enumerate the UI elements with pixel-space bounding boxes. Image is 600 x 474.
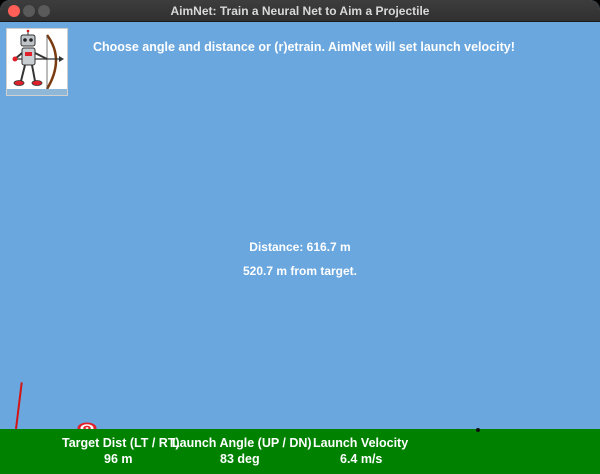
target-distance-label: Target Dist (LT / RT)	[62, 436, 180, 450]
launch-angle-label: Launch Angle (UP / DN)	[172, 436, 312, 450]
projectile-marker	[476, 428, 480, 432]
window-title: AimNet: Train a Neural Net to Aim a Proj…	[170, 4, 430, 18]
app-window: AimNet: Train a Neural Net to Aim a Proj…	[0, 0, 600, 474]
game-canvas[interactable]: Choose angle and distance or (r)etrain. …	[0, 22, 600, 474]
distance-readout: Distance: 616.7 m	[249, 240, 351, 254]
launch-velocity-value: 6.4 m/s	[340, 452, 383, 466]
target-distance-value: 96 m	[104, 452, 133, 466]
instructions-text: Choose angle and distance or (r)etrain. …	[93, 40, 515, 54]
launcher-aim-line	[15, 382, 23, 430]
from-target-readout: 520.7 m from target.	[242, 264, 358, 278]
robot-archer-icon	[6, 28, 68, 96]
launch-angle-value: 83 deg	[220, 452, 260, 466]
launch-velocity-label: Launch Velocity	[313, 436, 409, 450]
title-bar: AimNet: Train a Neural Net to Aim a Proj…	[0, 0, 600, 22]
